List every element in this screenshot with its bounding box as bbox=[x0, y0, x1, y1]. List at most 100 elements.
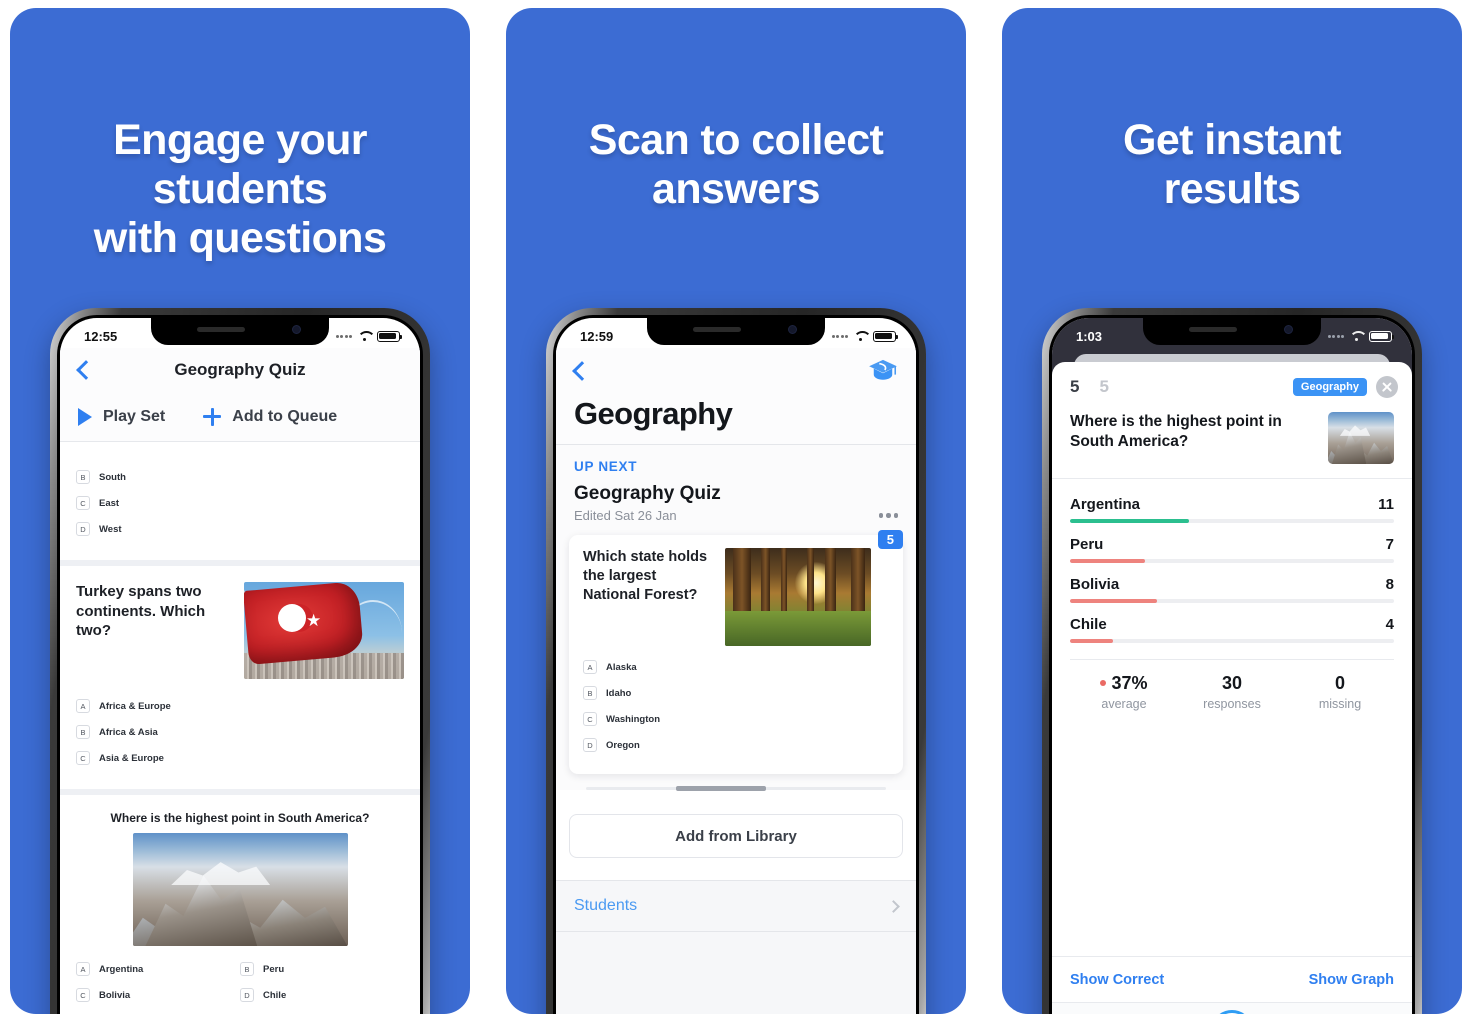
option-row[interactable]: C Washington bbox=[583, 710, 889, 728]
show-graph-button[interactable]: Show Graph bbox=[1309, 972, 1394, 988]
add-to-queue-button[interactable]: Add to Queue bbox=[203, 407, 338, 426]
answer-count: 8 bbox=[1385, 576, 1394, 593]
more-horizontal-icon[interactable] bbox=[878, 513, 898, 518]
panel-1-headline-line1: Engage your students bbox=[113, 116, 367, 214]
stat-value: 37% bbox=[1111, 673, 1148, 693]
option-row[interactable]: C Bolivia bbox=[76, 986, 240, 1004]
class-title: Geography bbox=[556, 394, 916, 444]
slide-carousel[interactable]: 5 Which state holds the largest National… bbox=[556, 523, 916, 791]
option-text: Bolivia bbox=[99, 989, 131, 1001]
summary-stats: 37% average 30 responses 0 missing bbox=[1070, 659, 1394, 711]
students-row[interactable]: Students bbox=[556, 880, 916, 932]
option-text: Washington bbox=[606, 713, 660, 725]
show-correct-button[interactable]: Show Correct bbox=[1070, 972, 1164, 988]
option-text: Peru bbox=[263, 963, 285, 975]
chevron-left-icon[interactable] bbox=[76, 359, 89, 381]
marketing-panel-3: Get instant results 1:03 5 5 Geography W… bbox=[1002, 8, 1462, 1014]
screen-content-1: Geography Quiz Play Set Add to Queue B S… bbox=[60, 348, 420, 1014]
chevron-right-icon bbox=[887, 899, 900, 913]
graduation-cap-icon[interactable] bbox=[868, 358, 898, 382]
option-row[interactable]: B South bbox=[76, 468, 404, 486]
option-text: East bbox=[99, 497, 120, 509]
status-time-3: 1:03 bbox=[1076, 328, 1103, 344]
option-list-slide: A Alaska B Idaho C Washington D Oregon bbox=[583, 658, 889, 762]
answer-count: 7 bbox=[1385, 536, 1394, 553]
status-badge[interactable]: Geography bbox=[1292, 378, 1367, 396]
snowy-mountain-range-photo bbox=[1328, 412, 1394, 464]
sheet-spacer bbox=[1052, 711, 1412, 956]
answer-label: Peru bbox=[1070, 536, 1104, 553]
option-letter: A bbox=[76, 699, 90, 713]
sheet-header: 5 5 Geography bbox=[1052, 362, 1412, 398]
panel-2-headline-line1: Scan to collect bbox=[588, 116, 884, 164]
answer-count: 4 bbox=[1385, 616, 1394, 633]
panel-1-headline: Engage your students with questions bbox=[10, 116, 470, 263]
option-row[interactable]: A Argentina bbox=[76, 960, 240, 978]
option-row[interactable]: B Peru bbox=[240, 960, 404, 978]
option-letter: C bbox=[76, 751, 90, 765]
marketing-panel-1: Engage your students with questions 12:5… bbox=[10, 8, 470, 1014]
play-set-button[interactable]: Play Set bbox=[78, 407, 166, 426]
option-row[interactable]: A Alaska bbox=[583, 658, 889, 676]
option-letter: A bbox=[76, 962, 90, 976]
add-to-queue-label: Add to Queue bbox=[232, 407, 338, 425]
panel-2-headline-line2: answers bbox=[652, 165, 821, 214]
option-letter: B bbox=[76, 470, 90, 484]
status-icons-1 bbox=[335, 330, 403, 342]
option-text: Alaska bbox=[606, 661, 637, 673]
option-letter: C bbox=[76, 496, 90, 510]
sheet-footer: Show Correct Show Graph bbox=[1052, 956, 1412, 1002]
question-card-turkey[interactable]: Turkey spans two continents. Which two? bbox=[60, 566, 420, 795]
status-icons-3 bbox=[1327, 330, 1395, 342]
front-camera bbox=[1284, 325, 1293, 334]
result-row[interactable]: Bolivia 8 bbox=[1070, 563, 1394, 603]
question-card-andes[interactable]: Where is the highest point in South Amer… bbox=[60, 795, 420, 1014]
plus-icon bbox=[203, 407, 222, 426]
scrollbar-thumb[interactable] bbox=[676, 786, 766, 791]
option-row[interactable]: A Africa & Europe bbox=[76, 697, 404, 715]
option-text: West bbox=[99, 523, 122, 535]
phone-notch-3 bbox=[1143, 318, 1321, 345]
option-letter: B bbox=[240, 962, 254, 976]
option-row[interactable]: C Asia & Europe bbox=[76, 749, 404, 767]
result-row[interactable]: Peru 7 bbox=[1070, 523, 1394, 563]
results-bar-chart: Argentina 11 Peru 7 Bolivia 8 Chile 4 bbox=[1052, 478, 1412, 643]
panel-1-headline-line2: with questions bbox=[93, 214, 387, 263]
action-bar: Play Set Add to Queue bbox=[60, 392, 420, 442]
bar-track bbox=[1070, 639, 1394, 643]
option-text: Argentina bbox=[99, 963, 144, 975]
wifi-icon bbox=[1349, 331, 1364, 342]
phone-notch-1 bbox=[151, 318, 329, 345]
question-text: Where is the highest point in South Amer… bbox=[1070, 413, 1282, 450]
option-text: Asia & Europe bbox=[99, 752, 164, 764]
slide-card[interactable]: 5 Which state holds the largest National… bbox=[569, 530, 903, 774]
result-row[interactable]: Argentina 11 bbox=[1070, 483, 1394, 523]
carousel-scrollbar[interactable] bbox=[586, 786, 886, 791]
play-set-label: Play Set bbox=[103, 407, 166, 425]
status-dot-icon bbox=[1100, 680, 1107, 687]
stat-value: 0 bbox=[1334, 673, 1345, 693]
play-circle-icon[interactable] bbox=[1211, 1009, 1253, 1014]
stat-responses: 30 responses bbox=[1178, 673, 1286, 711]
close-circle-icon[interactable] bbox=[1376, 376, 1398, 398]
turkey-flag-bosphorus-photo: ★ bbox=[244, 582, 404, 679]
option-row[interactable]: B Africa & Asia bbox=[76, 723, 404, 741]
stat-average: 37% average bbox=[1070, 673, 1178, 711]
add-from-library-button[interactable]: Add from Library bbox=[569, 814, 903, 858]
option-row[interactable]: D Oregon bbox=[583, 736, 889, 754]
counter-secondary: 5 bbox=[1099, 377, 1109, 396]
result-row[interactable]: Chile 4 bbox=[1070, 603, 1394, 643]
option-list-andes: A Argentina B Peru C Bolivia D Chile bbox=[76, 960, 404, 1012]
wifi-icon bbox=[357, 331, 372, 342]
option-row[interactable]: D West bbox=[76, 520, 404, 538]
stat-label: responses bbox=[1203, 697, 1261, 711]
option-row[interactable]: C East bbox=[76, 494, 404, 512]
panel-3-headline-line1: Get instant bbox=[1123, 116, 1342, 164]
empty-area bbox=[556, 932, 916, 1014]
screen-content-2: Geography UP NEXT Geography Quiz Edited … bbox=[556, 348, 916, 1014]
chevron-left-icon[interactable] bbox=[572, 360, 585, 382]
question-card-partial[interactable]: B South C East D West bbox=[60, 442, 420, 566]
option-row[interactable]: B Idaho bbox=[583, 684, 889, 702]
option-row[interactable]: D Chile bbox=[240, 986, 404, 1004]
battery-icon bbox=[873, 330, 899, 342]
